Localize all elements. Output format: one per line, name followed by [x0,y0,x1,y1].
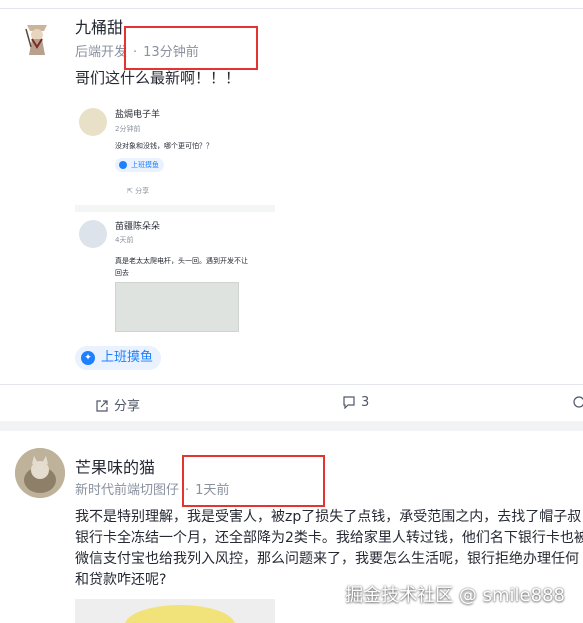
top-divider [0,0,583,9]
comment-author: 盐焗电子羊 [115,110,161,120]
share-label: 分享 [114,399,141,414]
comment-text: 没对象和没钱，哪个更可怕？？ [115,142,213,150]
avatar[interactable] [17,17,57,57]
post-body-line: 我不是特别理解，我是受害人，被zp了损失了点钱，承受范围之内，去找了帽子叔 [75,509,582,525]
embedded-image [115,282,239,332]
embedded-screenshot[interactable]: 盐焗电子羊 2分钟前 没对象和没钱，哪个更可怕？？ 上班摸鱼 ⇱ 分享 苗疆陈朵… [75,102,275,332]
fish-icon: ✦ [81,351,95,365]
like-icon [573,396,583,408]
highlight-box [182,455,325,507]
comment-count: 3 [361,395,370,410]
post-body: 我不是特别理解，我是受害人，被zp了损失了点钱，承受范围之内，去找了帽子叔 银行… [75,507,583,591]
comment-button[interactable]: 3 [342,395,369,410]
comment-time: 2分钟前 [115,125,141,133]
share-button[interactable]: 分享 [95,395,140,414]
share-action: ⇱ 分享 [127,186,149,196]
category-label[interactable]: 后端开发 [75,45,127,60]
comment-icon [343,396,355,410]
share-icon: ⇱ [127,187,133,195]
avatar [79,220,107,248]
comment-time: 4天前 [115,236,134,244]
embedded-comment: 苗疆陈朵朵 4天前 真是老太太爬电杆，头一回。遇到开发不让 回去 [75,212,275,332]
topic-pill[interactable]: ✦ 上班摸鱼 [75,346,162,370]
image-content [125,605,235,623]
embedded-comment: 盐焗电子羊 2分钟前 没对象和没钱，哪个更可怕？？ 上班摸鱼 ⇱ 分享 [75,102,275,205]
highlight-box [124,26,258,70]
watermark: 掘金技术社区 @ smile888 [345,585,565,606]
post-actions: 分享 3 [0,384,583,422]
category-label[interactable]: 新时代前端切图仔 [75,483,179,498]
topic-label: 上班摸鱼 [131,161,159,169]
post-body-line: 银行卡全冻结一个月，还全部降为2类卡。我给家里人转过钱，他们名下银行卡也被 [75,530,583,546]
avatar [79,108,107,136]
share-icon [96,400,108,412]
post-card: 九桶甜 后端开发 · 13分钟前 哥们这什么最新啊！！！ 盐焗电子羊 2分钟前 没对… [0,9,583,421]
topic-icon [119,161,127,169]
comment-author: 苗疆陈朵朵 [115,222,161,232]
share-label: 分享 [135,187,150,195]
post-body-line: 微信支付宝也给我列入风控，那么问题来了，我要怎么生活呢，银行拒绝办理任何 [75,551,579,567]
author-name[interactable]: 芒果味的猫 [75,454,155,478]
post-body: 哥们这什么最新啊！！！ [75,69,241,87]
post-image[interactable] [75,599,275,623]
comment-text: 真是老太太爬电杆，头一回。遇到开发不让 [115,257,248,265]
more-button[interactable] [572,395,583,410]
topic-pill-label: 上班摸鱼 [101,350,154,365]
avatar[interactable] [15,448,65,498]
topic-tag: 上班摸鱼 [115,158,164,172]
comment-text: 回去 [115,269,129,277]
author-name[interactable]: 九桶甜 [75,14,123,38]
